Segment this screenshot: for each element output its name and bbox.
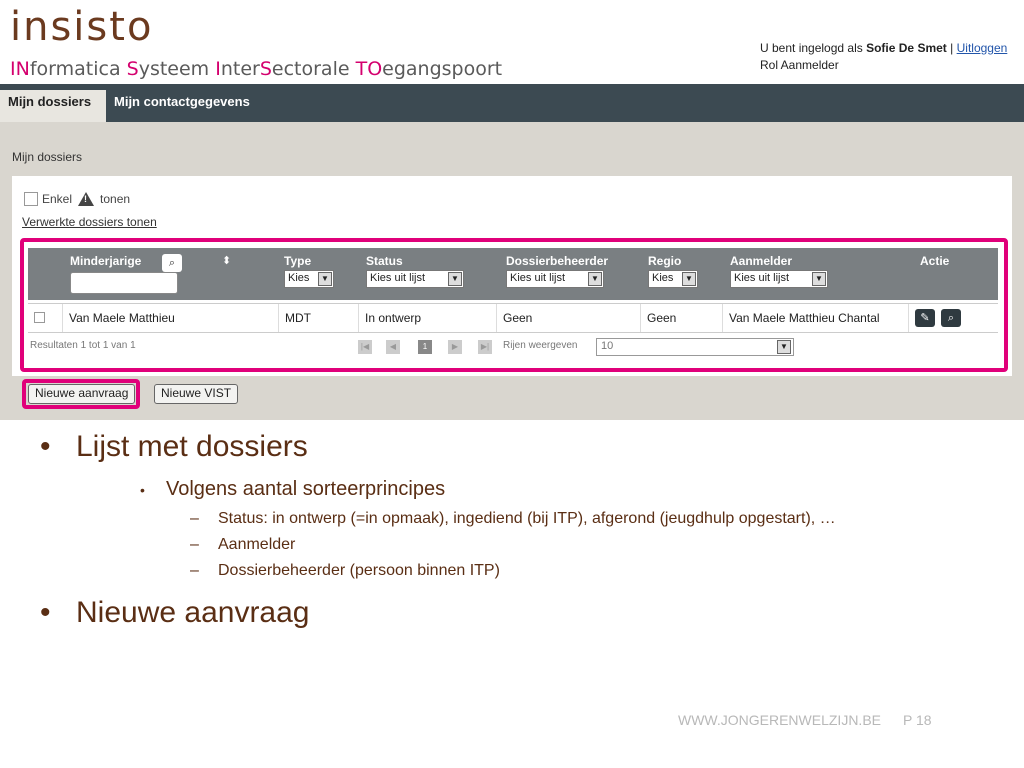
subsub-1-text: Aanmelder bbox=[218, 536, 296, 553]
cell-regio: Geen bbox=[640, 304, 722, 332]
col-minderjarige[interactable]: Minderjarige bbox=[70, 254, 141, 268]
rows-label: Rijen weergeven bbox=[503, 340, 578, 351]
only-label-before: Enkel bbox=[42, 192, 73, 206]
dropdown-arrow-icon: ▼ bbox=[777, 340, 791, 354]
logo-subtitle-part: TO bbox=[355, 58, 383, 80]
type-select-value: Kies bbox=[288, 272, 310, 284]
next-page-icon[interactable]: ▶ bbox=[448, 340, 462, 354]
aanmelder-select-value: Kies uit lijst bbox=[734, 272, 790, 284]
cell-status: In ontwerp bbox=[358, 304, 496, 332]
dropdown-arrow-icon: ▼ bbox=[318, 272, 332, 286]
logged-in-prefix: U bent ingelogd als bbox=[760, 41, 863, 55]
last-page-icon[interactable]: ▶| bbox=[478, 340, 492, 354]
processed-dossiers-link[interactable]: Verwerkte dossiers tonen bbox=[22, 215, 157, 229]
breadcrumb: Mijn dossiers bbox=[12, 150, 83, 164]
cell-dossierbeheerder: Geen bbox=[496, 304, 640, 332]
slide-footer: WWW.JONGERENWELZIJN.BE P 18 bbox=[678, 712, 932, 728]
warning-icon bbox=[78, 192, 95, 206]
row-checkbox[interactable] bbox=[34, 312, 45, 323]
col-actie: Actie bbox=[920, 254, 950, 268]
cell-minderjarige: Van Maele Matthieu bbox=[62, 304, 278, 332]
status-select-value: Kies uit lijst bbox=[370, 272, 426, 284]
prev-page-icon[interactable]: ◀ bbox=[386, 340, 400, 354]
sub1-text: Volgens aantal sorteerprincipes bbox=[166, 478, 446, 500]
user-name: Sofie De Smet bbox=[866, 41, 947, 55]
edit-icon[interactable]: ✎ bbox=[915, 309, 935, 327]
pagination: Resultaten 1 tot 1 van 1 |◀ ◀ 1 ▶ ▶| Rij… bbox=[28, 338, 998, 358]
type-select[interactable]: Kies ▼ bbox=[284, 270, 334, 288]
bullet1-text: Lijst met dossiers bbox=[76, 430, 308, 463]
cell-type: MDT bbox=[278, 304, 358, 332]
first-page-icon[interactable]: |◀ bbox=[358, 340, 372, 354]
tab-mijn-dossiers[interactable]: Mijn dossiers bbox=[0, 90, 106, 122]
table-header: Minderjarige ⌕ ⬍ Type Kies ▼ Status Kies … bbox=[28, 248, 998, 300]
new-request-button[interactable]: Nieuwe aanvraag bbox=[28, 384, 136, 404]
bullet-dot: • bbox=[40, 430, 51, 463]
rows-per-page-value: 10 bbox=[601, 340, 614, 352]
subsub-status: – Status: in ontwerp (=in opmaak), ingedi… bbox=[190, 510, 836, 527]
results-text: Resultaten 1 tot 1 van 1 bbox=[30, 340, 136, 351]
table-row[interactable]: Van Maele Matthieu MDT In ontwerp Geen G… bbox=[28, 303, 998, 333]
dropdown-arrow-icon: ▼ bbox=[812, 272, 826, 286]
only-warnings-filter: Enkel tonen bbox=[24, 192, 130, 206]
logo-wordmark: insisto bbox=[10, 4, 154, 50]
bullet-lijst-met-dossiers: • Lijst met dossiers bbox=[40, 430, 308, 464]
sub-bullet-sorteerprincipes: • Volgens aantal sorteerprincipes bbox=[140, 478, 445, 501]
logo-subtitle-part: IN bbox=[10, 58, 30, 80]
logo-subtitle-part: ectorale bbox=[271, 58, 356, 80]
main-nav: Mijn dossiers Mijn contactgegevens bbox=[0, 84, 1024, 122]
status-select[interactable]: Kies uit lijst ▼ bbox=[366, 270, 464, 288]
subsub-aanmelder: – Aanmelder bbox=[190, 536, 296, 553]
logo-subtitle-part: S bbox=[126, 58, 139, 80]
only-label-after: tonen bbox=[100, 192, 131, 206]
row-checkbox-cell bbox=[28, 304, 62, 332]
regio-select-value: Kies bbox=[652, 272, 674, 284]
rows-per-page-select[interactable]: 10 ▼ bbox=[596, 338, 794, 356]
logo-subtitle-part: ysteem bbox=[138, 58, 216, 80]
logo-subtitle-part: S bbox=[259, 58, 272, 80]
current-page[interactable]: 1 bbox=[418, 340, 432, 354]
cell-aanmelder: Van Maele Matthieu Chantal bbox=[722, 304, 908, 332]
separator: | bbox=[950, 41, 954, 55]
user-info: U bent ingelogd als Sofie De Smet | Uitl… bbox=[760, 40, 1007, 74]
new-vist-button[interactable]: Nieuwe VIST bbox=[154, 384, 239, 404]
bullet-dot: • bbox=[140, 481, 145, 498]
col-type: Type bbox=[284, 254, 312, 268]
dropdown-arrow-icon: ▼ bbox=[588, 272, 602, 286]
subsub-0-text: Status: in ontwerp (=in opmaak), ingedie… bbox=[218, 510, 836, 527]
regio-select[interactable]: Kies ▼ bbox=[648, 270, 698, 288]
dossierbeheerder-select[interactable]: Kies uit lijst ▼ bbox=[506, 270, 604, 288]
subsub-2-text: Dossierbeheerder (persoon binnen ITP) bbox=[218, 562, 500, 579]
logout-link[interactable]: Uitloggen bbox=[957, 41, 1008, 55]
tab-mijn-contactgegevens[interactable]: Mijn contactgegevens bbox=[106, 90, 258, 122]
footer-site: WWW.JONGERENWELZIJN.BE bbox=[678, 712, 881, 728]
col-regio: Regio bbox=[648, 254, 682, 268]
role-label: Rol Aanmelder bbox=[760, 58, 839, 72]
sort-icon[interactable]: ⬍ bbox=[222, 254, 231, 267]
bullet-nieuwe-aanvraag: • Nieuwe aanvraag bbox=[40, 596, 309, 630]
subsub-dossierbeheerder: – Dossierbeheerder (persoon binnen ITP) bbox=[190, 562, 500, 579]
screenshot: insisto INformatica Systeem InterSectora… bbox=[0, 0, 1024, 420]
bullet2-text: Nieuwe aanvraag bbox=[76, 596, 310, 629]
view-icon[interactable]: ⌕ bbox=[941, 309, 961, 327]
dossierbeheerder-select-value: Kies uit lijst bbox=[510, 272, 566, 284]
footer-page: P 18 bbox=[903, 712, 932, 728]
aanmelder-select[interactable]: Kies uit lijst ▼ bbox=[730, 270, 828, 288]
only-warnings-checkbox[interactable] bbox=[24, 192, 38, 206]
bullet-dot: • bbox=[40, 596, 51, 629]
dropdown-arrow-icon: ▼ bbox=[682, 272, 696, 286]
col-status: Status bbox=[366, 254, 403, 268]
minderjarige-search-input[interactable] bbox=[70, 272, 178, 294]
logo-subtitle-part: nter bbox=[220, 58, 260, 80]
search-icon[interactable]: ⌕ bbox=[162, 254, 182, 272]
col-dossierbeheerder: Dossierbeheerder bbox=[506, 254, 609, 268]
col-aanmelder: Aanmelder bbox=[730, 254, 793, 268]
logo-subtitle: INformatica Systeem InterSectorale TOega… bbox=[10, 58, 502, 80]
dropdown-arrow-icon: ▼ bbox=[448, 272, 462, 286]
cell-actie: ✎ ⌕ bbox=[908, 304, 998, 332]
logo-subtitle-part: formatica bbox=[29, 58, 127, 80]
logo-subtitle-part: egangspoort bbox=[382, 58, 503, 80]
